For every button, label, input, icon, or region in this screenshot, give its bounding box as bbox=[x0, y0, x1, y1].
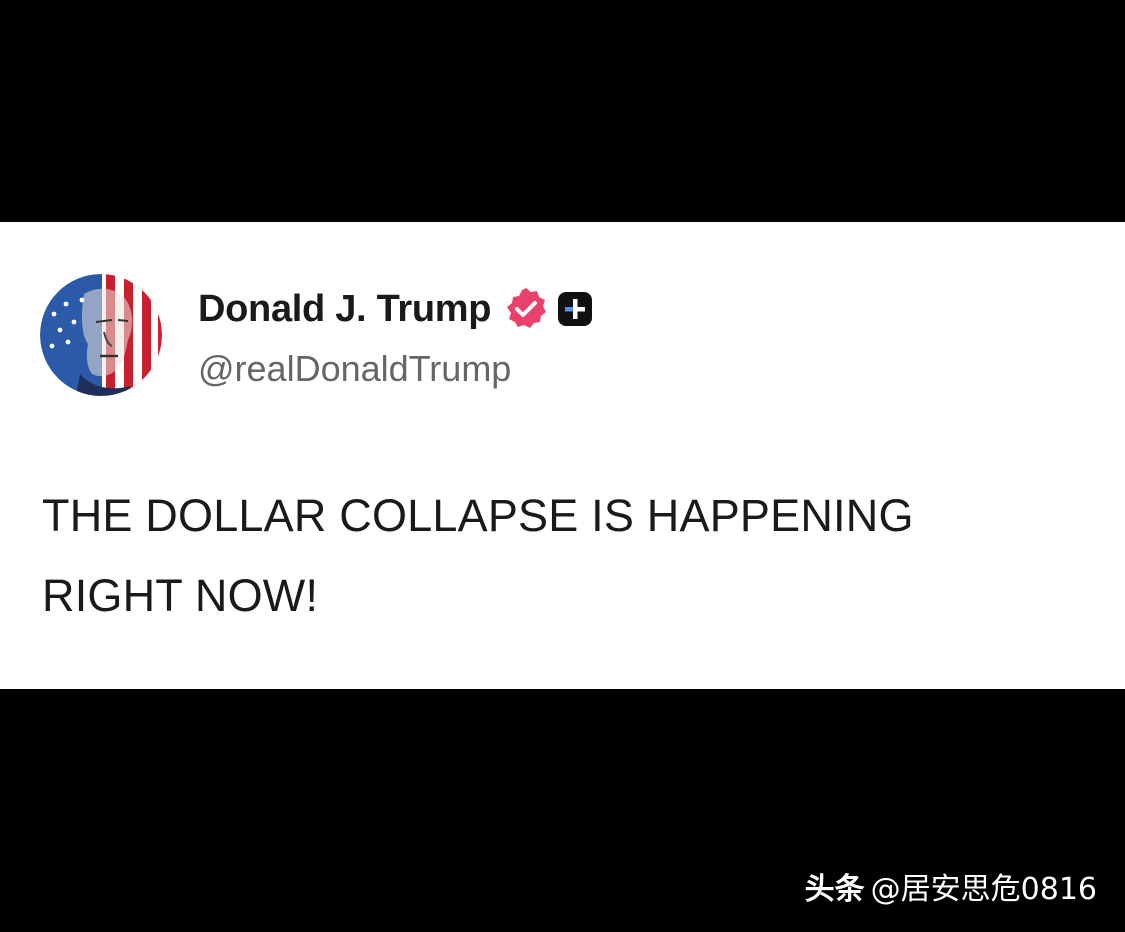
profile-avatar[interactable] bbox=[40, 274, 162, 396]
post-text-line-2: RIGHT NOW! bbox=[42, 570, 319, 621]
display-name[interactable]: Donald J. Trump bbox=[198, 288, 492, 331]
user-handle[interactable]: @realDonaldTrump bbox=[198, 348, 511, 390]
watermark-brand: 头条 bbox=[804, 872, 865, 907]
post-text: THE DOLLAR COLLAPSE IS HAPPENING RIGHT N… bbox=[42, 476, 1082, 636]
display-name-row: Donald J. Trump bbox=[198, 284, 593, 334]
post-card: Donald J. Trump @realDonaldTrump THE DOL… bbox=[0, 222, 1125, 689]
post-text-line-1: THE DOLLAR COLLAPSE IS HAPPENING bbox=[42, 490, 914, 541]
avatar-image bbox=[40, 274, 162, 396]
plus-badge-icon[interactable] bbox=[557, 291, 593, 327]
watermark-account: @居安思危0816 bbox=[870, 872, 1097, 907]
watermark: 头条 @居安思危0816 bbox=[805, 864, 1097, 908]
verified-badge-icon bbox=[503, 286, 549, 332]
screen-frame: Donald J. Trump @realDonaldTrump THE DOL… bbox=[0, 0, 1125, 932]
